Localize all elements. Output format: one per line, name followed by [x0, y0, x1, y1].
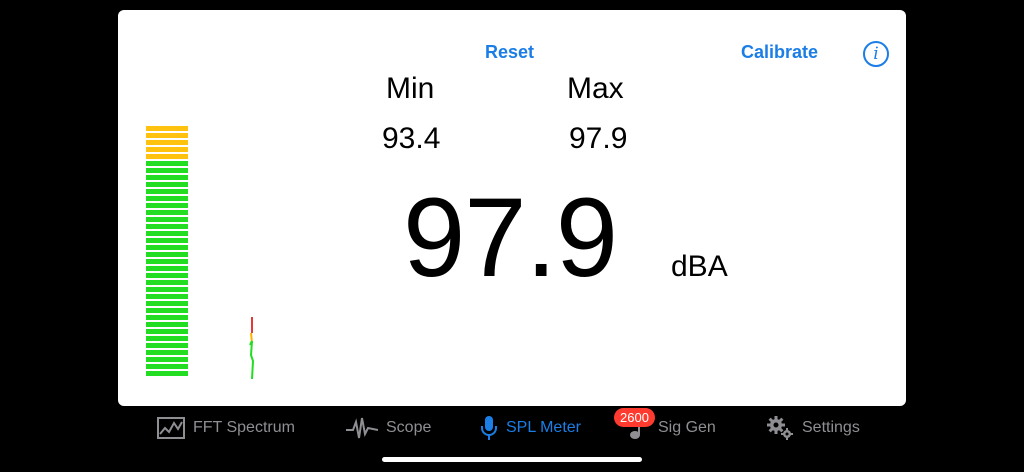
level-segment — [146, 280, 188, 285]
level-segment — [146, 294, 188, 299]
level-segment — [146, 224, 188, 229]
min-label: Min — [386, 72, 435, 105]
info-icon[interactable]: i — [863, 41, 889, 67]
microphone-icon — [481, 416, 497, 440]
spectrum-icon — [157, 417, 185, 439]
level-segment — [146, 189, 188, 194]
gear-icon — [767, 416, 793, 440]
level-segment — [146, 126, 188, 131]
tab-scope[interactable]: Scope — [346, 416, 431, 440]
level-segment — [146, 238, 188, 243]
level-segment — [146, 329, 188, 334]
max-label: Max — [567, 72, 624, 105]
level-segment — [146, 357, 188, 362]
level-segment — [146, 371, 188, 376]
level-segment — [146, 308, 188, 313]
unit-label: dBA — [671, 250, 728, 283]
home-indicator — [382, 457, 642, 462]
tab-fft-spectrum[interactable]: FFT Spectrum — [157, 416, 295, 440]
level-segment — [146, 168, 188, 173]
calibrate-button[interactable]: Calibrate — [741, 42, 818, 63]
level-history-trace — [249, 317, 255, 380]
level-segment — [146, 203, 188, 208]
tab-label-spl: SPL Meter — [506, 419, 581, 436]
current-spl-reading: 97.9 — [403, 175, 618, 300]
level-segment — [146, 154, 188, 159]
level-segment — [146, 259, 188, 264]
level-segment — [146, 315, 188, 320]
waveform-icon — [346, 417, 378, 439]
level-segment — [146, 266, 188, 271]
level-segment — [146, 245, 188, 250]
level-segment — [146, 273, 188, 278]
level-segment — [146, 217, 188, 222]
level-segment — [146, 231, 188, 236]
tab-settings[interactable]: Settings — [766, 416, 860, 440]
level-segment — [146, 350, 188, 355]
level-segment — [146, 343, 188, 348]
tab-spl-meter[interactable]: SPL Meter — [480, 416, 581, 440]
level-segment — [146, 161, 188, 166]
level-meter-bar — [146, 126, 188, 378]
bottom-tab-bar: FFT Spectrum Scope SPL Meter Sig Gen 260… — [0, 406, 1024, 452]
tab-label-siggen: Sig Gen — [658, 419, 716, 436]
tab-label-settings: Settings — [802, 419, 860, 436]
level-segment — [146, 175, 188, 180]
reset-button[interactable]: Reset — [485, 42, 534, 63]
max-value: 97.9 — [569, 122, 628, 155]
tab-label-fft: FFT Spectrum — [193, 419, 295, 436]
level-segment — [146, 140, 188, 145]
level-segment — [146, 287, 188, 292]
level-segment — [146, 301, 188, 306]
level-segment — [146, 196, 188, 201]
level-segment — [146, 133, 188, 138]
min-value: 93.4 — [382, 122, 441, 155]
level-segment — [146, 210, 188, 215]
level-segment — [146, 147, 188, 152]
tab-label-scope: Scope — [386, 419, 432, 436]
sig-gen-badge: 2600 — [614, 408, 655, 427]
level-segment — [146, 322, 188, 327]
level-segment — [146, 364, 188, 369]
level-segment — [146, 336, 188, 341]
spl-meter-panel: Reset Calibrate i Min Max 93.4 97.9 97.9… — [118, 10, 906, 406]
level-segment — [146, 252, 188, 257]
level-segment — [146, 182, 188, 187]
